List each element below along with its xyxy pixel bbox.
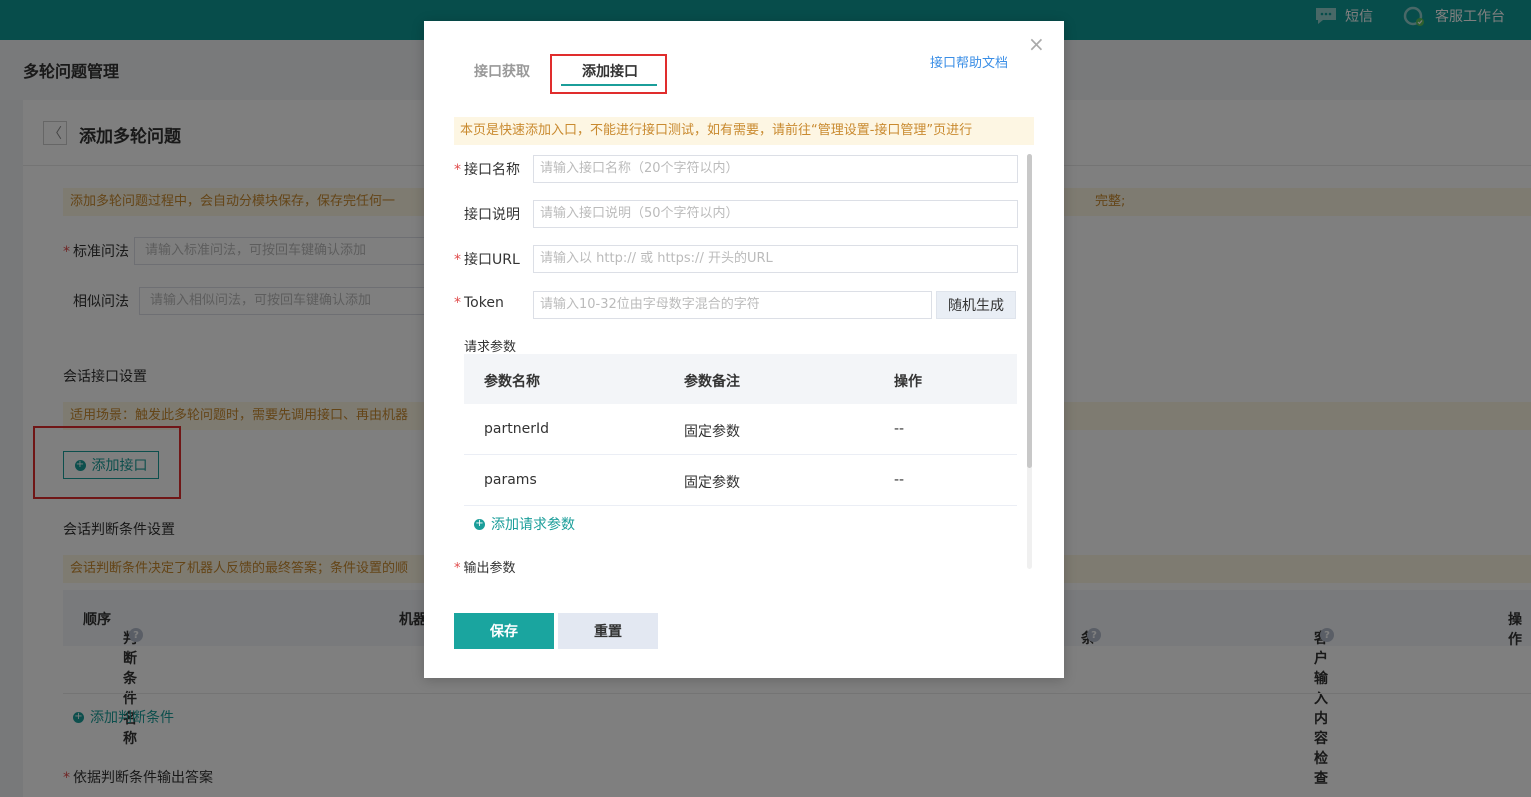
token-label: * Token bbox=[454, 295, 504, 311]
api-url-input[interactable]: 请输入以 http:// 或 https:// 开头的URL bbox=[533, 245, 1018, 273]
param-note-cell: 固定参数 bbox=[684, 424, 740, 440]
api-help-doc-link[interactable]: 接口帮助文档 bbox=[930, 52, 1008, 71]
tab-fetch-api[interactable]: 接口获取 bbox=[474, 61, 530, 81]
add-api-dialog: 接口获取 添加接口 接口帮助文档 × 本页是快速添加入口，不能进行接口测试，如有… bbox=[424, 21, 1064, 678]
close-icon[interactable]: × bbox=[1028, 34, 1045, 54]
param-op-cell: -- bbox=[894, 472, 905, 488]
col-param-op: 操作 bbox=[894, 374, 922, 390]
param-note-cell: 固定参数 bbox=[684, 475, 740, 491]
request-params-table: 参数名称 参数备注 操作 partnerId 固定参数 -- params 固定… bbox=[464, 354, 1017, 506]
api-name-input[interactable]: 请输入接口名称（20个字符以内） bbox=[533, 155, 1018, 183]
scrollbar-thumb[interactable] bbox=[1027, 154, 1032, 468]
col-param-note: 参数备注 bbox=[684, 374, 740, 390]
table-row: params 固定参数 -- bbox=[464, 455, 1017, 506]
api-name-label: * 接口名称 bbox=[454, 162, 520, 178]
add-param-label: 添加请求参数 bbox=[491, 517, 575, 533]
api-desc-label: 接口说明 bbox=[464, 207, 520, 223]
add-request-param-link[interactable]: + 添加请求参数 bbox=[474, 514, 575, 534]
table-row: partnerId 固定参数 -- bbox=[464, 404, 1017, 455]
plus-circle-icon: + bbox=[474, 518, 485, 530]
save-button[interactable]: 保存 bbox=[454, 613, 554, 649]
token-input[interactable]: 请输入10-32位由字母数字混合的字符 bbox=[533, 291, 932, 319]
request-params-label: 请求参数 bbox=[464, 340, 517, 355]
col-param-name: 参数名称 bbox=[484, 374, 540, 390]
random-generate-button[interactable]: 随机生成 bbox=[936, 291, 1016, 319]
quick-add-notice: 本页是快速添加入口，不能进行接口测试，如有需要，请前往“管理设置-接口管理”页进… bbox=[454, 117, 1034, 145]
param-name-cell: params bbox=[484, 472, 537, 488]
api-desc-input[interactable]: 请输入接口说明（50个字符以内） bbox=[533, 200, 1018, 228]
param-op-cell: -- bbox=[894, 421, 905, 437]
param-name-cell: partnerId bbox=[484, 421, 549, 437]
reset-button[interactable]: 重置 bbox=[558, 613, 658, 649]
api-url-label: * 接口URL bbox=[454, 252, 520, 268]
output-params-label: * 输出参数 bbox=[454, 561, 516, 576]
highlight-box-tab bbox=[550, 54, 667, 94]
params-table-header: 参数名称 参数备注 操作 bbox=[464, 354, 1017, 404]
